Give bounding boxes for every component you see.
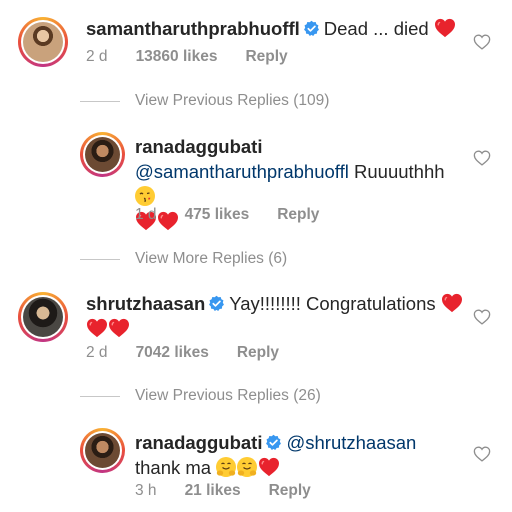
red-heart-icon [258,457,280,477]
face-blowing-kiss-emoji [135,186,155,206]
comment-likes[interactable]: 13860 likes [136,48,218,65]
avatar[interactable] [80,428,125,473]
reply-text: ranadaggubati @shrutzhaasan thank ma [135,430,465,480]
avatar[interactable] [80,132,125,177]
reply-likes[interactable]: 21 likes [185,482,241,499]
view-previous-replies[interactable]: View Previous Replies (26) [135,387,321,405]
red-heart-icon [441,293,463,313]
red-heart-icon [86,318,108,338]
reply-meta: 3 h 21 likes Reply [135,482,311,500]
comment-username[interactable]: samantharuthprabhuoffl [86,18,300,39]
like-icon[interactable] [473,34,491,50]
like-icon[interactable] [473,446,491,462]
reply-button[interactable]: Reply [237,344,279,361]
reply-username[interactable]: ranadaggubati [135,432,262,453]
comment-time: 2 d [86,48,108,65]
red-heart-icon [108,318,130,338]
verified-badge-icon [265,434,282,451]
reply-likes[interactable]: 475 likes [185,206,250,223]
reply-button[interactable]: Reply [245,48,287,65]
comment-likes[interactable]: 7042 likes [136,344,209,361]
verified-badge-icon [303,20,320,37]
mention-link[interactable]: @shrutzhaasan [286,432,416,453]
reply-username[interactable]: ranadaggubati [135,136,262,157]
comment-body: Dead ... died [323,18,429,39]
comment-body: Yay!!!!!!!! Congratulations [229,293,436,314]
like-icon[interactable] [473,150,491,166]
view-previous-replies[interactable]: View Previous Replies (109) [135,92,329,110]
comment-username[interactable]: shrutzhaasan [86,293,205,314]
comment-time: 2 d [86,344,108,361]
reply-body: thank ma [135,457,212,478]
reply-time: 1 d [135,206,157,223]
avatar[interactable] [18,292,68,342]
thread-divider [80,396,120,397]
like-icon[interactable] [473,309,491,325]
comment-meta: 2 d 13860 likes Reply [86,48,288,66]
mention-link[interactable]: @samantharuthprabhuoffl [135,161,349,182]
comment-text: shrutzhaasan Yay!!!!!!!! Congratulations [86,291,466,341]
red-heart-icon [434,18,456,38]
reply-body: Ruuuuthhh [354,161,445,182]
reply-button[interactable]: Reply [277,206,319,223]
verified-badge-icon [208,295,225,312]
comment-meta: 2 d 7042 likes Reply [86,344,279,362]
avatar[interactable] [18,17,68,67]
hugging-face-emoji [216,457,237,477]
thread-divider [80,101,120,102]
comment-text: samantharuthprabhuoffl Dead ... died [86,16,466,41]
reply-meta: 1 d 475 likes Reply [135,206,319,224]
hugging-face-emoji [237,457,258,477]
reply-time: 3 h [135,482,157,499]
thread-divider [80,259,120,260]
view-more-replies[interactable]: View More Replies (6) [135,250,287,268]
reply-button[interactable]: Reply [269,482,311,499]
